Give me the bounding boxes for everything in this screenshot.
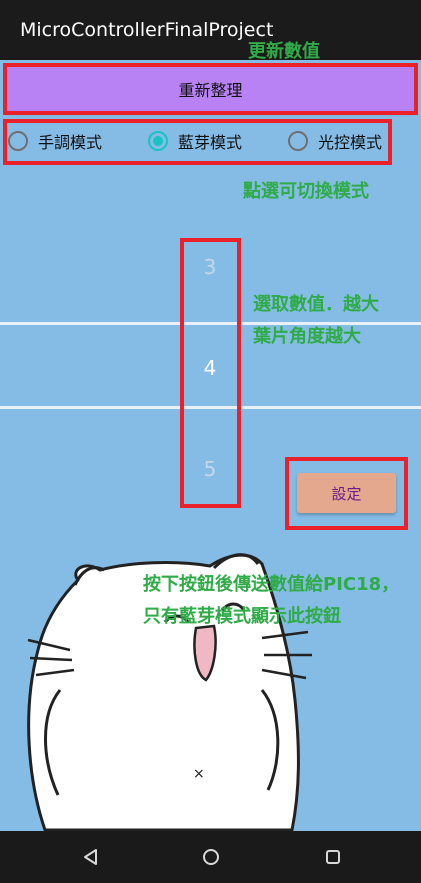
radio-unchecked-icon — [288, 131, 308, 151]
highlight-set-box — [285, 457, 408, 530]
recents-icon[interactable] — [324, 848, 342, 866]
cat-mark: × — [193, 766, 205, 782]
annotation-picker-line1: 選取數值．越大 — [253, 294, 379, 315]
radio-bluetooth-mode[interactable]: 藍芽模式 — [148, 126, 242, 156]
app-title: MicroControllerFinalProject — [20, 19, 274, 41]
system-nav-bar — [0, 831, 421, 883]
annotation-mode-switch: 點選可切換模式 — [243, 181, 369, 202]
radio-label: 藍芽模式 — [178, 133, 243, 152]
annotation-button-line2: 只有藍芽模式顯示此按鈕 — [143, 606, 341, 627]
radio-manual-mode[interactable]: 手調模式 — [8, 126, 102, 156]
radio-checked-icon — [148, 131, 168, 151]
highlight-picker-box — [180, 238, 241, 508]
home-icon[interactable] — [202, 848, 220, 866]
radio-light-mode[interactable]: 光控模式 — [288, 126, 382, 156]
radio-label: 手調模式 — [38, 133, 103, 152]
back-icon[interactable] — [82, 848, 100, 866]
radio-unchecked-icon — [8, 131, 28, 151]
annotation-picker-line2: 葉片角度越大 — [253, 326, 361, 347]
highlight-refresh-box — [3, 63, 418, 115]
radio-label: 光控模式 — [318, 133, 383, 152]
annotation-button-line1: 按下按鈕後傳送數值給PIC18， — [143, 574, 400, 595]
app-bar: MicroControllerFinalProject — [0, 0, 421, 60]
annotation-refresh: 更新數值 — [248, 41, 320, 62]
